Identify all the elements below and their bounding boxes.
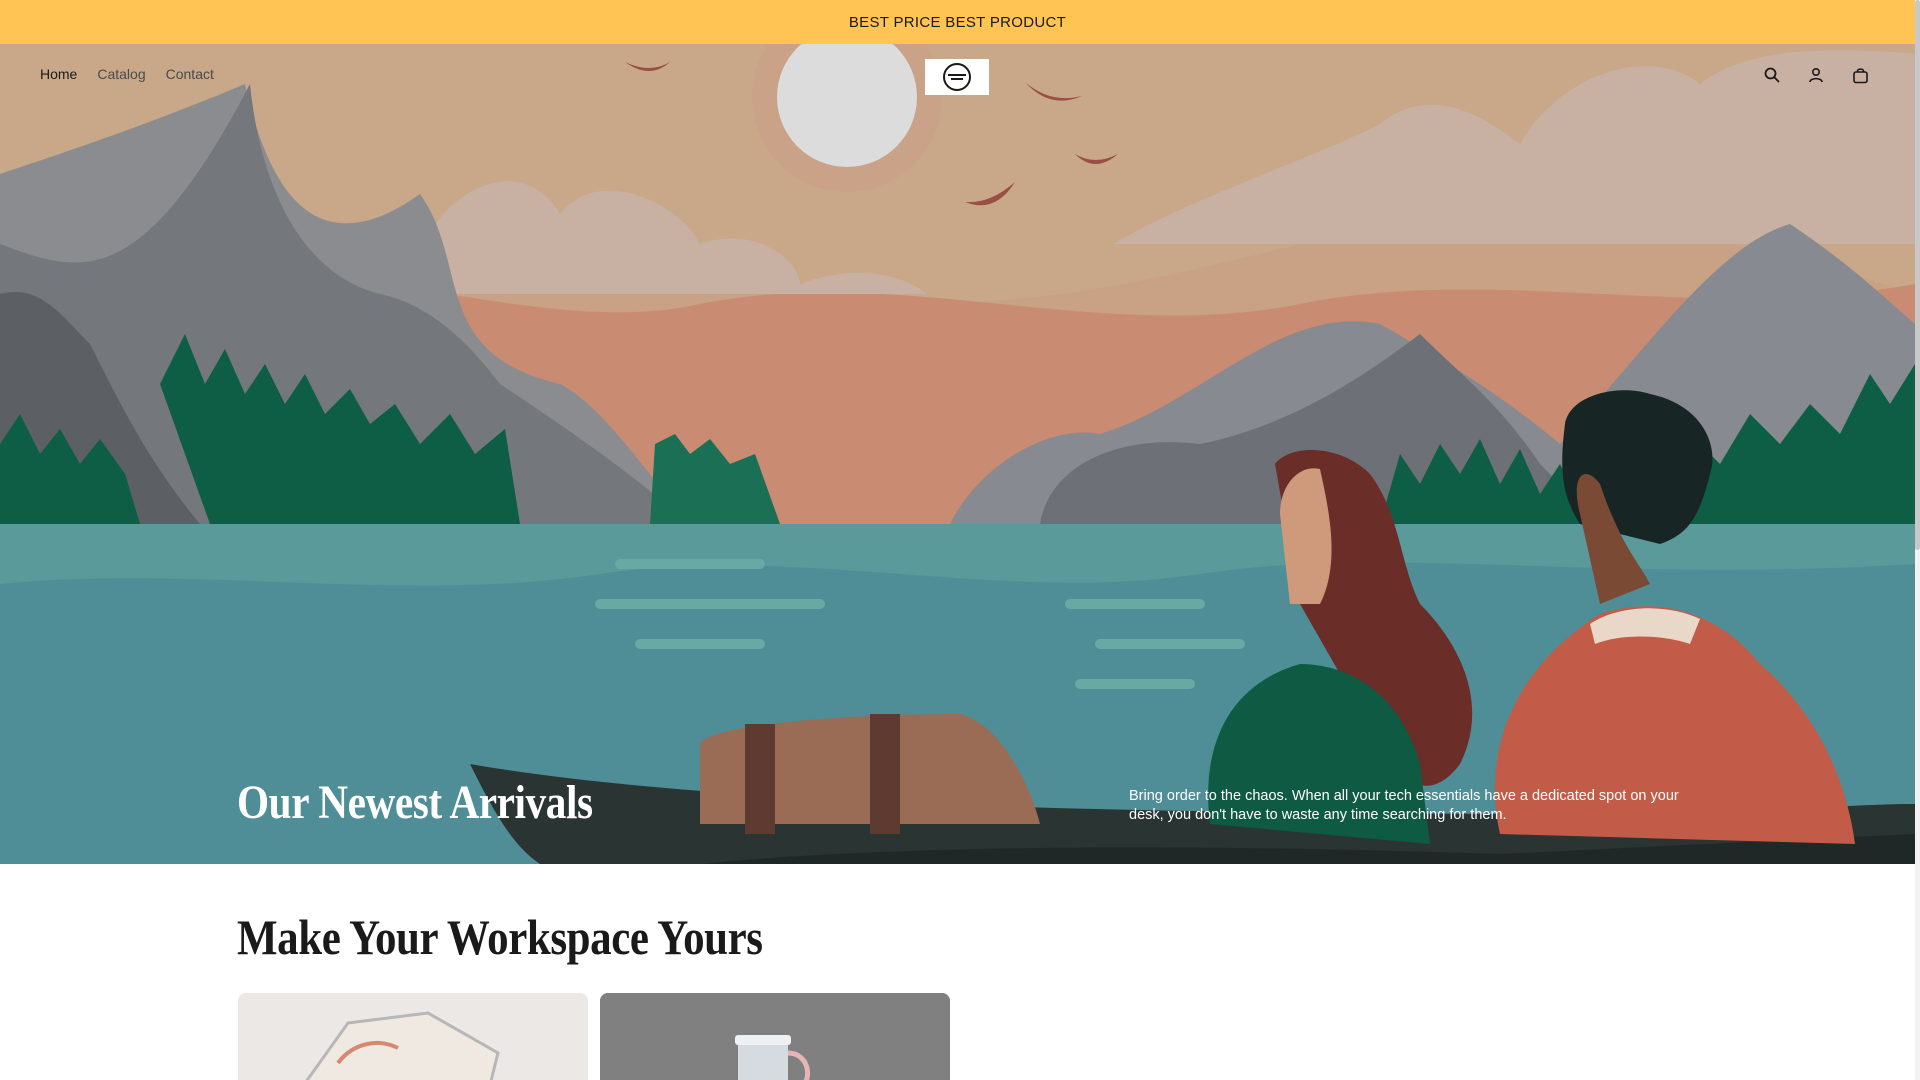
hero-illustration — [0, 44, 1915, 864]
announcement-bar: BEST PRICE BEST PRODUCT — [0, 0, 1915, 44]
nav-contact[interactable]: Contact — [166, 66, 214, 82]
cart-icon[interactable] — [1849, 64, 1871, 86]
search-icon[interactable] — [1761, 64, 1783, 86]
product-card[interactable] — [600, 993, 950, 1080]
nav-home[interactable]: Home — [40, 66, 77, 82]
hero-heading: Our Newest Arrivals — [237, 776, 593, 829]
collection-title: Make Your Workspace Yours — [237, 909, 763, 965]
site-header: Home Catalog Contact — [0, 44, 1915, 108]
nav-catalog[interactable]: Catalog — [97, 66, 145, 82]
product-image — [238, 993, 588, 1080]
product-card[interactable] — [238, 993, 588, 1080]
main-nav: Home Catalog Contact — [40, 66, 214, 82]
store-logo[interactable] — [925, 59, 989, 95]
header-icons — [1761, 64, 1871, 86]
product-image — [600, 993, 950, 1080]
page-scrollbar[interactable] — [1915, 0, 1920, 1080]
announcement-text: BEST PRICE BEST PRODUCT — [848, 13, 1067, 31]
scrollbar-thumb[interactable] — [1915, 0, 1920, 550]
page: BEST PRICE BEST PRODUCT Home Catalog Con… — [0, 0, 1915, 1080]
account-icon[interactable] — [1805, 64, 1827, 86]
logo-mark — [943, 63, 971, 91]
hero-banner — [0, 44, 1915, 864]
hero-description: Bring order to the chaos. When all your … — [1129, 788, 1679, 823]
